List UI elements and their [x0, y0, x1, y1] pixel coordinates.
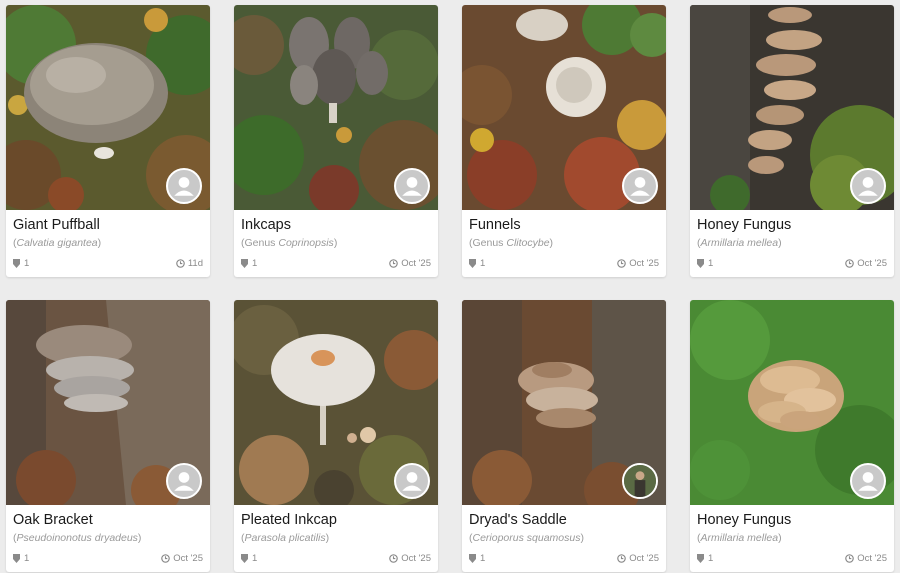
scientific-name: (Armillaria mellea): [697, 532, 782, 544]
observation-time: Oct '25: [845, 553, 887, 564]
card-meta: 1 11d: [13, 258, 203, 270]
common-name[interactable]: Inkcaps: [241, 216, 431, 235]
shield-icon: [469, 554, 476, 563]
shield-icon: [469, 259, 476, 268]
observation-card[interactable]: Giant Puffball (Calvatia gigantea) 1 11d: [6, 5, 210, 277]
common-name[interactable]: Oak Bracket: [13, 511, 203, 530]
observation-card[interactable]: Honey Fungus (Armillaria mellea) 1 Oct '…: [690, 300, 894, 572]
card-info: Honey Fungus (Armillaria mellea) 1 Oct '…: [690, 505, 894, 572]
user-avatar[interactable]: [166, 463, 202, 499]
common-name[interactable]: Funnels: [469, 216, 659, 235]
scientific-name: (Genus Clitocybe): [469, 237, 554, 249]
observation-count: 1: [697, 553, 713, 564]
card-info: Honey Fungus (Armillaria mellea) 1 Oct '…: [690, 210, 894, 277]
observation-card[interactable]: Oak Bracket (Pseudoinonotus dryadeus) 1 …: [6, 300, 210, 572]
shield-icon: [13, 554, 20, 563]
clock-icon: [845, 554, 854, 563]
observation-photo[interactable]: [234, 5, 438, 210]
observation-count: 1: [469, 258, 485, 269]
observation-count: 1: [241, 553, 257, 564]
scientific-name: (Parasola plicatilis): [241, 532, 330, 544]
card-meta: 1 Oct '25: [697, 258, 887, 270]
card-meta: 1 Oct '25: [241, 258, 431, 270]
card-meta: 1 Oct '25: [469, 258, 659, 270]
observation-card[interactable]: Honey Fungus (Armillaria mellea) 1 Oct '…: [690, 5, 894, 277]
common-name[interactable]: Giant Puffball: [13, 216, 203, 235]
shield-icon: [241, 259, 248, 268]
clock-icon: [617, 554, 626, 563]
scientific-name: (Cerioporus squamosus): [469, 532, 584, 544]
observation-card[interactable]: Inkcaps (Genus Coprinopsis) 1 Oct '25: [234, 5, 438, 277]
common-name[interactable]: Honey Fungus: [697, 511, 887, 530]
observation-card[interactable]: Dryad's Saddle (Cerioporus squamosus) 1 …: [462, 300, 666, 572]
observation-grid: Giant Puffball (Calvatia gigantea) 1 11d: [0, 0, 900, 573]
clock-icon: [617, 259, 626, 268]
card-meta: 1 Oct '25: [697, 553, 887, 565]
card-info: Oak Bracket (Pseudoinonotus dryadeus) 1 …: [6, 505, 210, 572]
observation-photo[interactable]: [6, 300, 210, 505]
card-info: Funnels (Genus Clitocybe) 1 Oct '25: [462, 210, 666, 277]
shield-icon: [697, 259, 704, 268]
observation-card[interactable]: Pleated Inkcap (Parasola plicatilis) 1 O…: [234, 300, 438, 572]
observation-photo[interactable]: [690, 300, 894, 505]
observation-count: 1: [13, 258, 29, 269]
observation-card[interactable]: Funnels (Genus Clitocybe) 1 Oct '25: [462, 5, 666, 277]
observation-count: 1: [13, 553, 29, 564]
observation-time: Oct '25: [389, 553, 431, 564]
observation-count: 1: [697, 258, 713, 269]
card-info: Dryad's Saddle (Cerioporus squamosus) 1 …: [462, 505, 666, 572]
observation-photo[interactable]: [462, 5, 666, 210]
shield-icon: [697, 554, 704, 563]
user-avatar[interactable]: [394, 168, 430, 204]
card-meta: 1 Oct '25: [13, 553, 203, 565]
observation-time: 11d: [176, 258, 203, 269]
scientific-name: (Armillaria mellea): [697, 237, 782, 249]
clock-icon: [845, 259, 854, 268]
clock-icon: [176, 259, 185, 268]
observation-count: 1: [469, 553, 485, 564]
scientific-name: (Pseudoinonotus dryadeus): [13, 532, 142, 544]
shield-icon: [13, 259, 20, 268]
observation-time: Oct '25: [389, 258, 431, 269]
observation-photo[interactable]: [234, 300, 438, 505]
observation-count: 1: [241, 258, 257, 269]
card-meta: 1 Oct '25: [469, 553, 659, 565]
observation-photo[interactable]: [6, 5, 210, 210]
observation-photo[interactable]: [690, 5, 894, 210]
shield-icon: [241, 554, 248, 563]
observation-photo[interactable]: [462, 300, 666, 505]
user-avatar[interactable]: [166, 168, 202, 204]
observation-time: Oct '25: [161, 553, 203, 564]
clock-icon: [161, 554, 170, 563]
common-name[interactable]: Dryad's Saddle: [469, 511, 659, 530]
common-name[interactable]: Honey Fungus: [697, 216, 887, 235]
user-avatar[interactable]: [394, 463, 430, 499]
user-avatar[interactable]: [850, 463, 886, 499]
observation-time: Oct '25: [617, 258, 659, 269]
observation-time: Oct '25: [617, 553, 659, 564]
card-meta: 1 Oct '25: [241, 553, 431, 565]
common-name[interactable]: Pleated Inkcap: [241, 511, 431, 530]
user-avatar[interactable]: [622, 168, 658, 204]
observation-time: Oct '25: [845, 258, 887, 269]
scientific-name: (Genus Coprinopsis): [241, 237, 338, 249]
user-avatar[interactable]: [622, 463, 658, 499]
card-info: Inkcaps (Genus Coprinopsis) 1 Oct '25: [234, 210, 438, 277]
user-avatar[interactable]: [850, 168, 886, 204]
clock-icon: [389, 259, 398, 268]
clock-icon: [389, 554, 398, 563]
scientific-name: (Calvatia gigantea): [13, 237, 102, 249]
card-info: Pleated Inkcap (Parasola plicatilis) 1 O…: [234, 505, 438, 572]
card-info: Giant Puffball (Calvatia gigantea) 1 11d: [6, 210, 210, 277]
